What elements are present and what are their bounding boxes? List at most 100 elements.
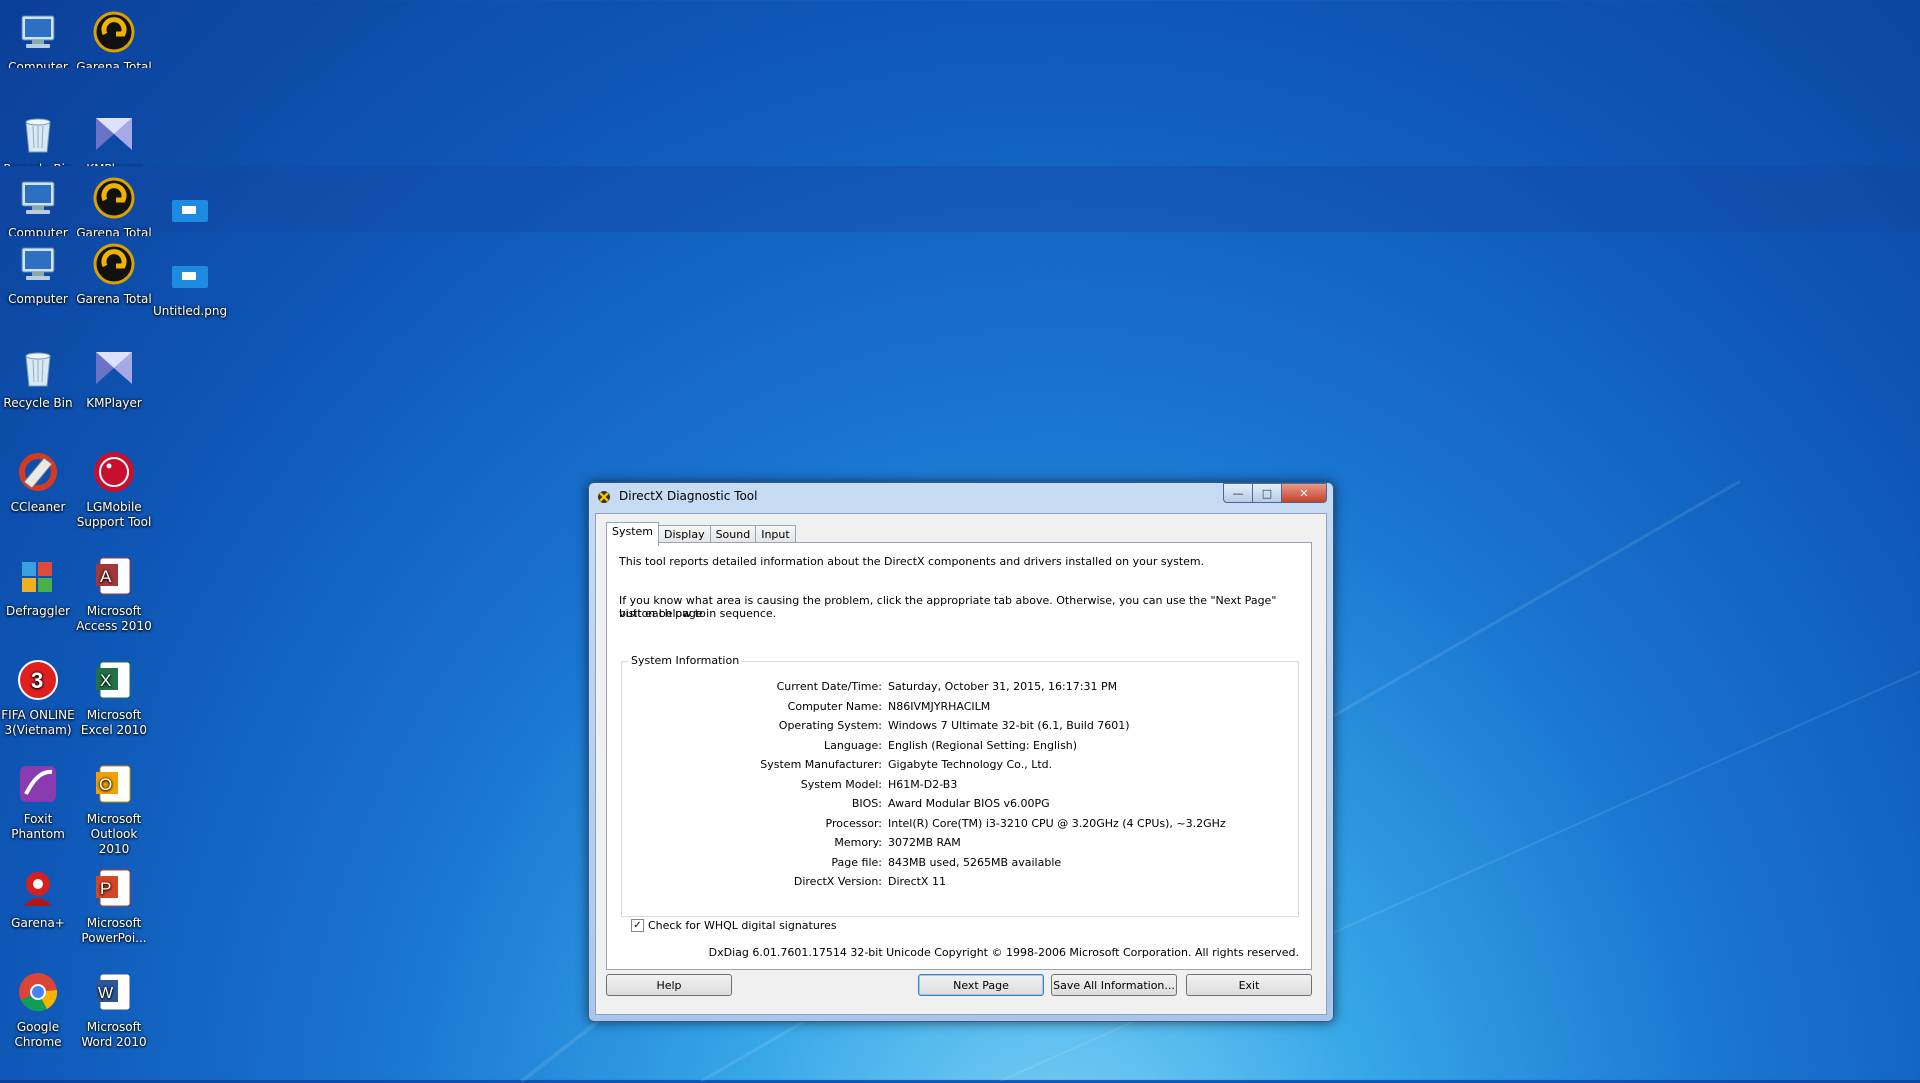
- image-file-icon: [166, 252, 214, 300]
- desktop-shortcut[interactable]: CCleaner: [0, 448, 76, 515]
- powerpoint-icon: P: [90, 864, 138, 912]
- desktop-shortcut[interactable]: Google Chrome: [0, 968, 76, 1050]
- ccleaner-icon: [14, 448, 62, 496]
- desktop-shortcut-label: Garena+: [11, 916, 65, 930]
- desktop-shortcut[interactable]: Garena Total: [76, 8, 152, 68]
- system-info-row: Page file: 843MB used, 5265MB available: [622, 856, 1298, 870]
- system-info-value: DirectX 11: [888, 875, 946, 888]
- desktop-shortcut[interactable]: P Microsoft PowerPoi...: [76, 864, 152, 946]
- garena-icon: [90, 8, 138, 56]
- computer-icon: [14, 8, 62, 56]
- desktop-shortcut[interactable]: Garena Total: [76, 174, 152, 236]
- desktop-shortcut[interactable]: Computer: [0, 174, 76, 236]
- directx-icon: [598, 491, 610, 503]
- intro-text: This tool reports detailed information a…: [619, 555, 1205, 568]
- desktop-shortcut-label: Garena Total: [76, 292, 152, 306]
- desktop-shortcut[interactable]: A Microsoft Access 2010: [76, 552, 152, 634]
- tab-system[interactable]: System: [606, 522, 660, 546]
- svg-text:3: 3: [31, 668, 43, 693]
- system-info-key: Current Date/Time:: [776, 680, 882, 693]
- minimize-button[interactable]: —: [1223, 483, 1253, 503]
- system-info-value: Gigabyte Technology Co., Ltd.: [888, 758, 1053, 771]
- chrome-icon: [14, 968, 62, 1016]
- system-info-row: System Manufacturer: Gigabyte Technology …: [622, 758, 1298, 772]
- desktop-shortcut-label: KMPlayer: [86, 396, 142, 410]
- desktop-shortcut[interactable]: Defraggler: [0, 552, 76, 619]
- desktop-shortcut[interactable]: Garena+: [0, 864, 76, 931]
- system-info-row: DirectX Version: DirectX 11: [622, 875, 1298, 889]
- system-info-value: English (Regional Setting: English): [888, 738, 1078, 752]
- garena-icon: [90, 240, 138, 288]
- desktop-shortcut[interactable]: 3 FIFA ONLINE 3(Vietnam): [0, 656, 76, 738]
- maximize-icon: □: [1261, 486, 1273, 500]
- system-info-row: Current Date/Time: Saturday, October 31, …: [622, 680, 1298, 694]
- word-icon: W: [90, 968, 138, 1016]
- directx-diagnostic-window: DirectX Diagnostic Tool — □ ✕ System Dis…: [588, 482, 1334, 1022]
- system-info-row: System Model: H61M-D2-B3: [622, 778, 1298, 792]
- desktop-shortcut-label: Defraggler: [5, 604, 71, 618]
- svg-text:W: W: [98, 985, 114, 1002]
- close-button[interactable]: ✕: [1281, 483, 1327, 503]
- exit-button[interactable]: Exit: [1186, 974, 1312, 996]
- desktop-shortcut-label: Microsoft Access 2010: [76, 604, 152, 633]
- maximize-button[interactable]: □: [1252, 483, 1282, 503]
- desktop-shortcut[interactable]: LGMobile Support Tool: [76, 448, 152, 530]
- desktop-shortcut[interactable]: Foxit Phantom: [0, 760, 76, 842]
- whql-label: Check for WHQL digital signatures: [648, 919, 837, 932]
- recycle-bin-icon: [14, 110, 62, 158]
- system-info-value: H61M-D2-B3: [888, 777, 958, 791]
- save-all-information-button[interactable]: Save All Information...: [1051, 974, 1177, 996]
- kmplayer-icon: [90, 110, 138, 158]
- system-info-value: Award Modular BIOS v6.00PG: [888, 797, 1050, 810]
- desktop-shortcut[interactable]: W Microsoft Word 2010: [76, 968, 152, 1050]
- system-info-row: Processor: Intel(R) Core(TM) i3-3210 CPU …: [622, 817, 1298, 831]
- desktop-shortcut-label: LGMobile Support Tool: [76, 500, 152, 529]
- desktop-shortcut[interactable]: Garena Total: [76, 240, 152, 307]
- title-bar[interactable]: DirectX Diagnostic Tool — □ ✕: [589, 483, 1333, 511]
- system-info-value: Saturday, October 31, 2015, 16:17:31 PM: [888, 680, 1118, 693]
- desktop-shortcut[interactable]: O Microsoft Outlook 2010: [76, 760, 152, 857]
- next-page-button[interactable]: Next Page: [918, 974, 1044, 996]
- help-button[interactable]: Help: [606, 974, 732, 996]
- system-info-value: Intel(R) Core(TM) i3-3210 CPU @ 3.20GHz …: [888, 816, 1226, 830]
- system-info-key: Computer Name:: [787, 699, 882, 713]
- whql-checkbox[interactable]: ✓ Check for WHQL digital signatures: [631, 919, 837, 932]
- computer-icon: [14, 240, 62, 288]
- system-info-key: DirectX Version:: [793, 875, 882, 888]
- desktop-shortcut[interactable]: Untitled.png: [152, 252, 228, 319]
- system-information-group: System Information Current Date/Time: Sat…: [621, 654, 1299, 917]
- desktop-shortcut-label: Recycle Bin: [3, 396, 73, 410]
- desktop-shortcut-label: Untitled.png: [152, 304, 228, 318]
- outlook-icon: O: [90, 760, 138, 808]
- excel-icon: X: [90, 656, 138, 704]
- kmplayer-icon: [90, 344, 138, 392]
- defraggler-icon: [14, 552, 62, 600]
- garena-icon: [90, 174, 138, 222]
- desktop-shortcut[interactable]: Recycle Bin: [0, 110, 76, 166]
- desktop-shortcut-label: Garena Total: [76, 60, 152, 68]
- desktop-shortcut[interactable]: KMPlayer: [76, 110, 152, 166]
- version-copyright-text: DxDiag 6.01.7601.17514 32-bit Unicode Co…: [708, 946, 1299, 959]
- desktop-shortcut[interactable]: Computer: [0, 8, 76, 68]
- system-info-key: Processor:: [825, 816, 883, 830]
- window-title: DirectX Diagnostic Tool: [619, 489, 758, 503]
- system-info-key: System Manufacturer:: [760, 758, 882, 771]
- svg-text:X: X: [100, 671, 111, 690]
- desktop-shortcut-label: Microsoft Outlook 2010: [86, 812, 142, 856]
- lg-icon: [90, 448, 138, 496]
- foxit-icon: [14, 760, 62, 808]
- system-info-value: 843MB used, 5265MB available: [888, 855, 1062, 869]
- fifa-icon: 3: [14, 656, 62, 704]
- desktop-shortcut[interactable]: KMPlayer: [76, 344, 152, 411]
- desktop-shortcut[interactable]: Recycle Bin: [0, 344, 76, 411]
- svg-text:A: A: [100, 567, 112, 586]
- desktop-shortcut-label: Microsoft PowerPoi...: [81, 916, 147, 945]
- desktop-shortcut-label: Foxit Phantom: [11, 812, 65, 841]
- desktop-shortcut[interactable]: Computer: [0, 240, 76, 307]
- system-info-key: Page file:: [831, 855, 882, 869]
- system-info-row: Memory: 3072MB RAM: [622, 836, 1298, 850]
- checkbox-check-icon[interactable]: ✓: [631, 919, 644, 932]
- desktop-shortcut[interactable]: X Microsoft Excel 2010: [76, 656, 152, 738]
- desktop-shortcut[interactable]: Untitled.png: [152, 186, 228, 232]
- desktop-shortcut-label: Computer: [8, 60, 68, 68]
